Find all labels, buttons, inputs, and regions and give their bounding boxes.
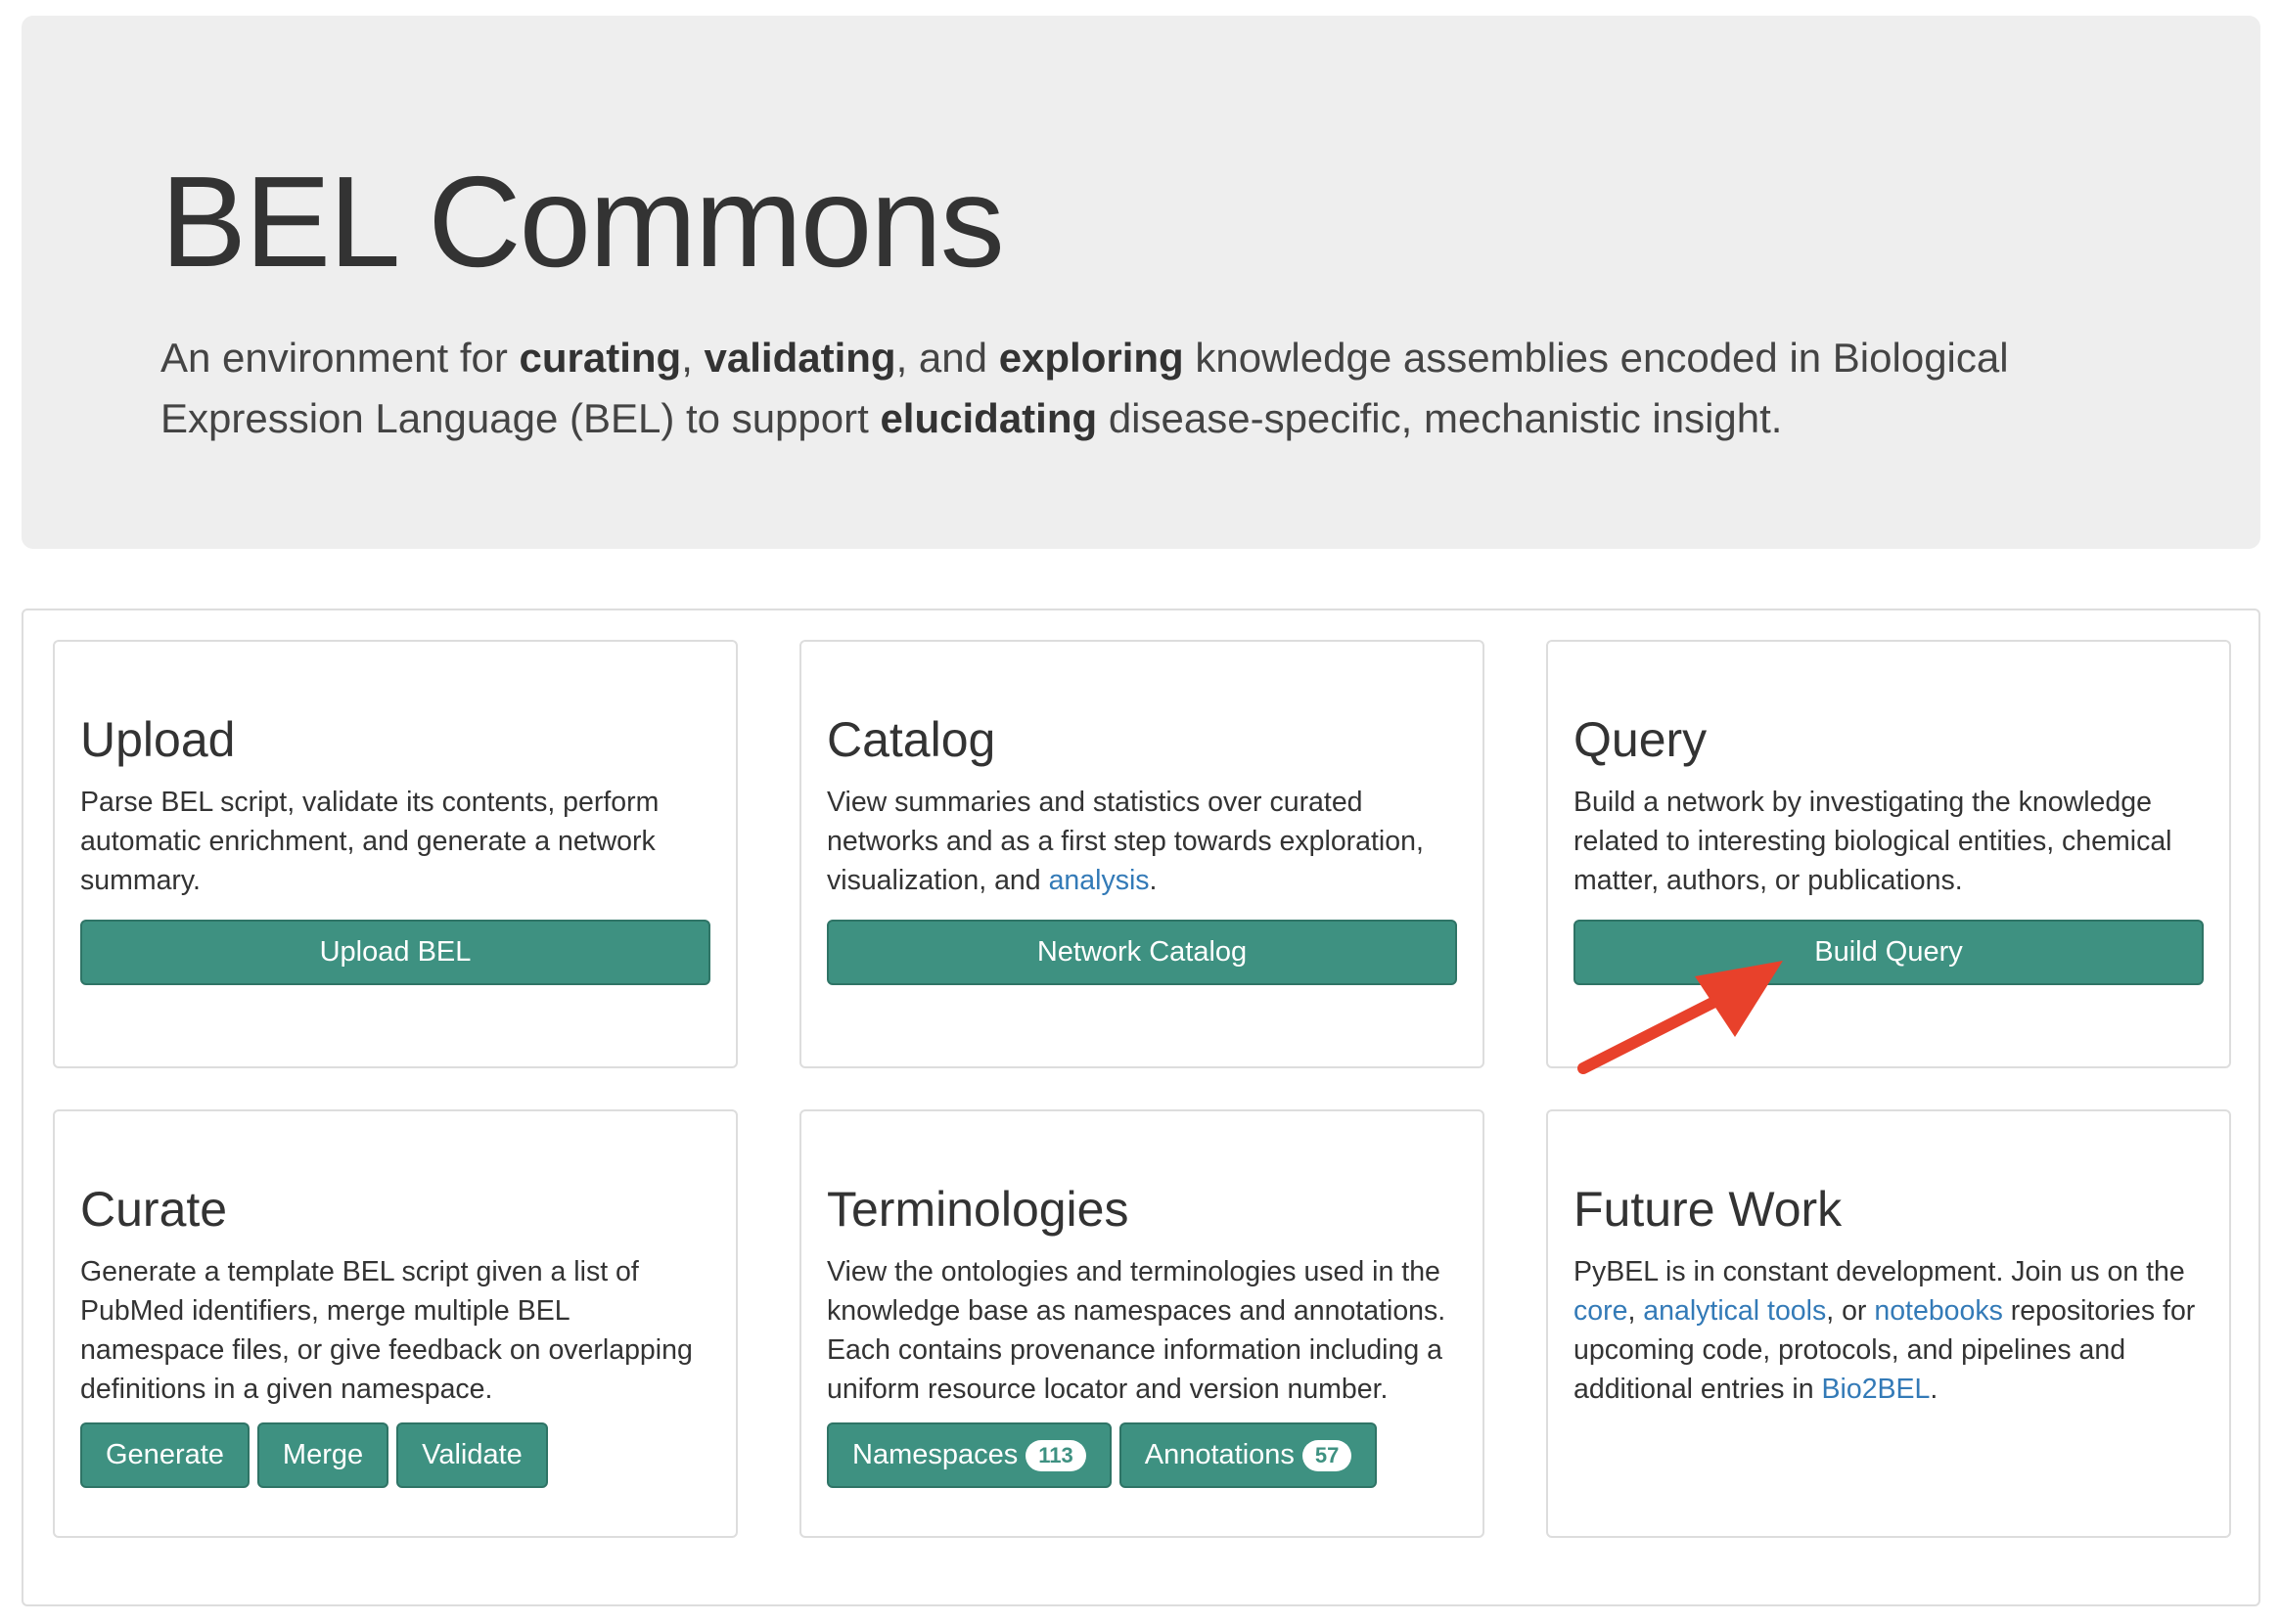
terminologies-description: View the ontologies and terminologies us…	[827, 1256, 1446, 1405]
upload-bel-button[interactable]: Upload BEL	[80, 920, 710, 985]
curate-card: Curate Generate a template BEL script gi…	[53, 1109, 738, 1538]
validate-button[interactable]: Validate	[396, 1422, 548, 1488]
merge-button[interactable]: Merge	[256, 1422, 389, 1488]
future-work-description: PyBEL is in constant development. Join u…	[1573, 1256, 2196, 1405]
terminologies-button-group: Namespaces 113 Annotations 57	[827, 1422, 1378, 1488]
features-panel: Upload Parse BEL script, validate its co…	[22, 609, 2260, 1606]
generate-button[interactable]: Generate	[80, 1422, 250, 1488]
query-description: Build a network by investigating the kno…	[1573, 787, 2172, 896]
red-arrow-icon	[1577, 961, 1783, 1074]
curate-description: Generate a template BEL script given a l…	[80, 1256, 693, 1405]
curate-title: Curate	[80, 1182, 228, 1237]
future-work-card: Future Work PyBEL is in constant develop…	[1546, 1109, 2231, 1538]
query-title: Query	[1573, 712, 1708, 767]
annotations-label: Annotations	[1144, 1439, 1295, 1470]
annotations-button[interactable]: Annotations 57	[1118, 1422, 1378, 1488]
upload-card: Upload Parse BEL script, validate its co…	[53, 640, 738, 1068]
namespaces-label: Namespaces	[852, 1439, 1019, 1470]
analysis-link[interactable]: analysis	[1049, 865, 1150, 896]
namespaces-button[interactable]: Namespaces 113	[827, 1422, 1112, 1488]
terminologies-title: Terminologies	[827, 1182, 1129, 1237]
terminologies-card: Terminologies View the ontologies and te…	[799, 1109, 1484, 1538]
catalog-description: View summaries and statistics over curat…	[827, 787, 1424, 896]
jumbotron: BEL Commons An environment for curating,…	[22, 16, 2260, 549]
annotations-count-badge: 57	[1301, 1439, 1352, 1471]
analytical-tools-link[interactable]: analytical tools	[1643, 1295, 1826, 1327]
upload-description: Parse BEL script, validate its contents,…	[80, 787, 660, 896]
bio2bel-link[interactable]: Bio2BEL	[1822, 1374, 1931, 1405]
page-title: BEL Commons	[160, 150, 1005, 293]
catalog-card: Catalog View summaries and statistics ov…	[799, 640, 1484, 1068]
network-catalog-button[interactable]: Network Catalog	[827, 920, 1457, 985]
curate-button-group: Generate Merge Validate	[80, 1422, 548, 1488]
upload-title: Upload	[80, 712, 236, 767]
catalog-title: Catalog	[827, 712, 996, 767]
future-work-title: Future Work	[1573, 1182, 1843, 1237]
core-link[interactable]: core	[1573, 1295, 1627, 1327]
notebooks-link[interactable]: notebooks	[1874, 1295, 2003, 1327]
namespaces-count-badge: 113	[1026, 1439, 1086, 1471]
lead-text: An environment for curating, validating,…	[160, 335, 2009, 441]
